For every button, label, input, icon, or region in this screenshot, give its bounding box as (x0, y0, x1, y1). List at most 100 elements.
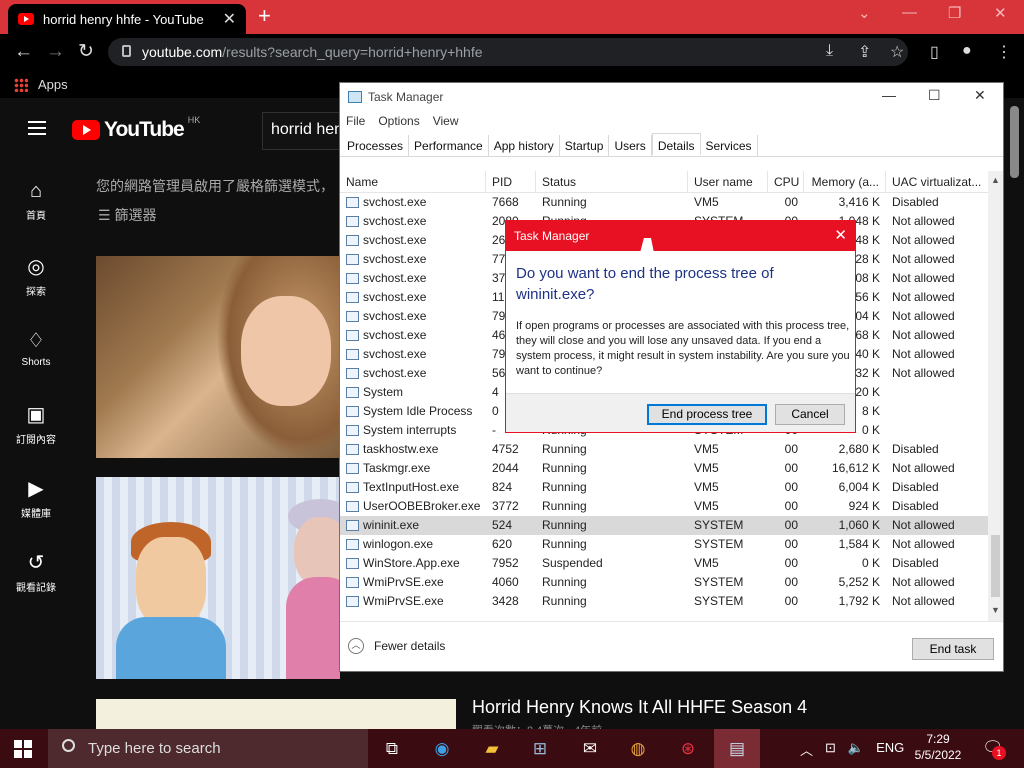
url-domain: youtube.com (142, 44, 223, 60)
end-process-tree-button[interactable]: End process tree (647, 404, 767, 425)
page-scrollbar[interactable] (1010, 106, 1019, 178)
windows-start-icon[interactable] (14, 740, 32, 758)
minimize-button[interactable]: — (902, 4, 917, 21)
minimize-button[interactable]: — (882, 87, 896, 103)
process-row[interactable]: taskhostw.exe 4752 Running VM5 00 2,680 K Disa… (340, 440, 988, 459)
share-icon[interactable]: ⇪ (858, 42, 871, 62)
sidebar-item-subscriptions[interactable]: ▣ 訂閱內容 (0, 402, 72, 446)
dialog-titlebar[interactable]: Task Manager (506, 221, 855, 251)
tab-users[interactable]: Users (609, 135, 652, 156)
process-row[interactable]: WinStore.App.exe 7952 Suspended VM5 00 0 K Dis… (340, 554, 988, 573)
process-cell: 00 (784, 556, 798, 570)
menu-view[interactable]: View (433, 111, 466, 133)
end-task-button[interactable]: End task (912, 638, 994, 660)
clock[interactable]: 7:29 5/5/2022 (912, 731, 964, 763)
address-bar[interactable]: youtube.com/results?search_query=horrid+… (108, 38, 908, 66)
process-row[interactable]: TextInputHost.exe 824 Running VM5 00 6,004 K D… (340, 478, 988, 497)
youtube-logo[interactable]: YouTube HK (72, 115, 200, 142)
process-row[interactable]: Taskmgr.exe 2044 Running VM5 00 16,612 K Not a… (340, 459, 988, 478)
scroll-down-icon[interactable]: ▼ (991, 605, 1000, 615)
column-header-user[interactable]: User name (688, 171, 768, 192)
language-indicator[interactable]: ENG (876, 740, 904, 759)
scroll-up-icon[interactable]: ▲ (991, 175, 1000, 185)
process-list-scrollbar[interactable]: ▲ ▼ (988, 171, 1003, 621)
apps-bookmark[interactable]: Apps (14, 77, 68, 92)
forward-arrow-icon[interactable]: → (46, 41, 65, 63)
video-thumbnail[interactable] (96, 256, 340, 458)
browser-tab[interactable]: horrid henry hhfe - YouTube ✕ (8, 4, 246, 34)
video-thumbnail[interactable] (96, 477, 340, 679)
column-header-name[interactable]: Name (340, 171, 486, 192)
tab-processes[interactable]: Processes (342, 135, 410, 156)
column-header-uac[interactable]: UAC virtualizat... (886, 171, 988, 192)
sidebar-item-shorts[interactable]: ♢ Shorts (0, 328, 72, 368)
close-button[interactable]: ✕ (974, 87, 986, 104)
back-arrow-icon[interactable]: ← (14, 41, 33, 63)
process-cell: 16,612 K (831, 461, 880, 475)
process-row[interactable]: UserOOBEBroker.exe 3772 Running VM5 00 924 K D… (340, 497, 988, 516)
new-tab-button[interactable]: + (258, 4, 271, 28)
mail-icon[interactable]: ✉ (578, 737, 602, 761)
maximize-button[interactable]: ☐ (928, 87, 941, 104)
hamburger-menu-icon[interactable] (28, 121, 46, 135)
column-header-cpu[interactable]: CPU (768, 171, 804, 192)
tab-details[interactable]: Details (651, 133, 701, 155)
close-window-button[interactable]: ✕ (994, 4, 1007, 22)
process-row[interactable]: WmiPrvSE.exe 3428 Running SYSTEM 00 1,792 K No… (340, 592, 988, 611)
column-header-status[interactable]: Status (536, 171, 688, 192)
sidebar-item-history[interactable]: ↺ 觀看記錄 (0, 550, 72, 594)
tab-search-icon[interactable]: ⌄ (858, 4, 871, 22)
side-panel-icon[interactable]: ▯ (930, 42, 939, 62)
process-name-cell: WmiPrvSE.exe (340, 573, 486, 592)
youtube-favicon-icon (18, 13, 34, 25)
sidebar-label: 探索 (26, 287, 46, 298)
menu-file[interactable]: File (346, 111, 372, 133)
notification-icon[interactable]: 🗨1 (982, 738, 1006, 760)
process-row[interactable]: svchost.exe 7668 Running VM5 00 3,416 K Disabl… (340, 193, 988, 212)
restore-button[interactable]: ❐ (948, 4, 961, 22)
tab-services[interactable]: Services (701, 135, 758, 156)
tab-close-icon[interactable]: ✕ (223, 9, 236, 29)
tab-app-history[interactable]: App history (489, 135, 560, 156)
column-header-memory[interactable]: Memory (a... (804, 171, 886, 192)
task-manager-titlebar[interactable]: Task Manager (340, 83, 1003, 111)
sidebar-item-explore[interactable]: ◎ 探索 (0, 254, 72, 298)
install-app-icon[interactable]: ⤓ (826, 42, 833, 60)
filter-button[interactable]: ☰ 篩選器 (98, 205, 156, 225)
network-icon[interactable]: ⊡ (825, 740, 836, 759)
cancel-button[interactable]: Cancel (775, 404, 845, 425)
task-view-icon[interactable]: ⧉ (380, 737, 404, 761)
process-name-cell: UserOOBEBroker.exe (340, 497, 486, 516)
menu-kebab-icon[interactable]: ⋮ (996, 42, 1012, 62)
sidebar-label: 媒體庫 (21, 509, 51, 520)
sidebar-item-library[interactable]: ▶ 媒體庫 (0, 476, 72, 520)
volume-icon[interactable]: 🔈 (848, 740, 864, 759)
process-row[interactable]: winlogon.exe 620 Running SYSTEM 00 1,584 K Not… (340, 535, 988, 554)
scroll-thumb[interactable] (991, 535, 1000, 597)
store-icon[interactable]: ⊞ (528, 737, 552, 761)
chrome-icon[interactable]: ◍ (626, 737, 650, 761)
tab-performance[interactable]: Performance (409, 135, 489, 156)
bookmark-star-icon[interactable]: ☆ (890, 42, 904, 62)
video-title[interactable]: Horrid Henry Knows It All HHFE Season 4 (472, 697, 807, 718)
process-row[interactable]: WmiPrvSE.exe 4060 Running SYSTEM 00 5,252 K No… (340, 573, 988, 592)
process-row[interactable]: wininit.exe 524 Running SYSTEM 00 1,060 K Not … (340, 516, 988, 535)
tab-startup[interactable]: Startup (560, 135, 610, 156)
menu-options[interactable]: Options (378, 111, 426, 133)
youtube-search-input[interactable]: horrid henry hhfe (262, 112, 340, 150)
file-explorer-icon[interactable]: ▰ (480, 737, 504, 761)
fewer-details-button[interactable]: ︿ Fewer details (348, 638, 445, 654)
system-tray: ︿ ⊡ 🔈 ENG (800, 740, 904, 759)
dialog-close-icon[interactable]: ✕ (834, 226, 847, 244)
app-icon[interactable]: ⊛ (676, 737, 700, 761)
column-header-pid[interactable]: PID (486, 171, 536, 192)
task-manager-taskbar-button[interactable]: ▤ (714, 729, 760, 768)
taskbar-search-box[interactable]: Type here to search (48, 729, 368, 768)
chevron-up-icon[interactable]: ︿ (800, 740, 813, 759)
sidebar-item-home[interactable]: ⌂ 首頁 (0, 180, 72, 222)
video-thumbnail[interactable] (96, 696, 456, 730)
reload-icon[interactable]: ↻ (78, 41, 94, 63)
edge-icon[interactable]: ◉ (430, 737, 454, 761)
profile-icon[interactable]: ● (962, 42, 972, 60)
library-icon: ▶ (28, 478, 44, 500)
